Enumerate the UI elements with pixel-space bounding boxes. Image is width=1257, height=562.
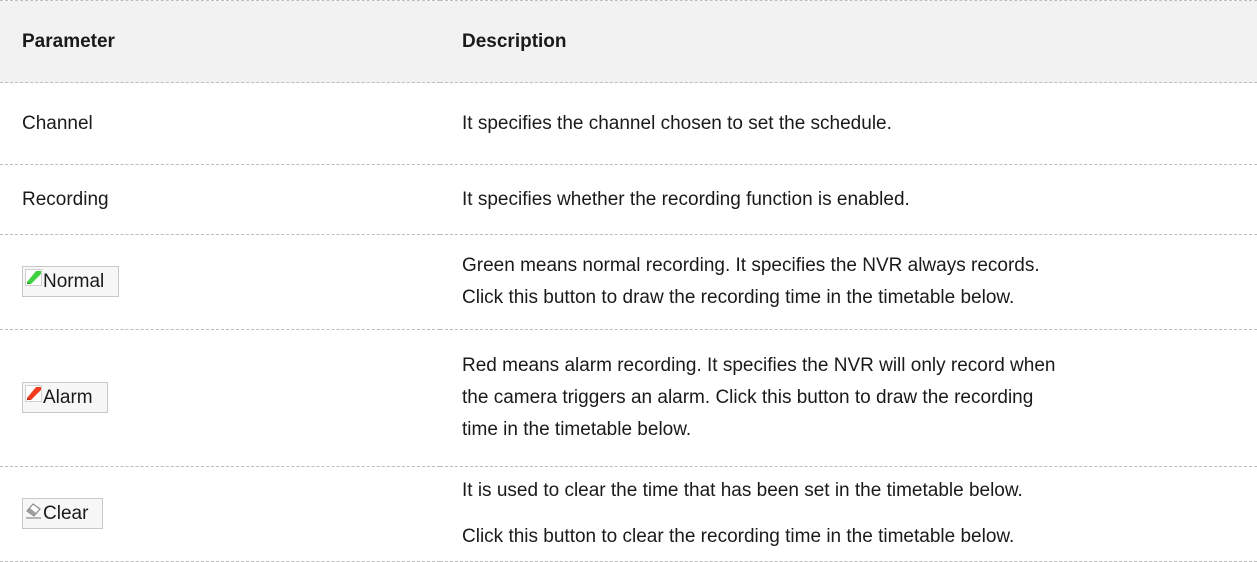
header-parameter: Parameter bbox=[0, 0, 440, 83]
param-cell-alarm: Alarm bbox=[0, 329, 440, 467]
table-row-normal: Normal Green means normal recording. It … bbox=[0, 234, 1257, 330]
clear-button[interactable]: Clear bbox=[22, 498, 104, 530]
table-row-recording: Recording It specifies whether the recor… bbox=[0, 164, 1257, 235]
desc-cell-clear: It is used to clear the time that has be… bbox=[440, 466, 1257, 562]
desc-cell-channel: It specifies the channel chosen to set t… bbox=[440, 82, 1257, 165]
green-pencil-icon bbox=[25, 269, 42, 287]
param-cell-clear: Clear bbox=[0, 466, 440, 562]
alarm-button[interactable]: Alarm bbox=[22, 382, 108, 414]
table-header-row: Parameter Description bbox=[0, 0, 1257, 83]
parameter-table: Parameter Description Channel It specifi… bbox=[0, 0, 1257, 562]
normal-button[interactable]: Normal bbox=[22, 266, 120, 298]
desc-line: Red means alarm recording. It specifies … bbox=[462, 355, 1056, 376]
desc-cell-recording: It specifies whether the recording funct… bbox=[440, 164, 1257, 235]
clear-button-label: Clear bbox=[43, 503, 89, 525]
red-pencil-icon bbox=[25, 385, 42, 403]
table-row-clear: Clear It is used to clear the time that … bbox=[0, 466, 1257, 562]
desc-line: It is used to clear the time that has be… bbox=[462, 480, 1023, 501]
header-description: Description bbox=[440, 0, 1257, 83]
table-row-alarm: Alarm Red means alarm recording. It spec… bbox=[0, 329, 1257, 467]
param-cell-normal: Normal bbox=[0, 234, 440, 330]
param-cell-recording: Recording bbox=[0, 164, 440, 235]
desc-cell-normal: Green means normal recording. It specifi… bbox=[440, 234, 1257, 330]
desc-line: Click this button to draw the recording … bbox=[462, 287, 1015, 308]
desc-line: Click this button to clear the recording… bbox=[462, 526, 1015, 547]
desc-line: time in the timetable below. bbox=[462, 419, 692, 440]
desc-line: the camera triggers an alarm. Click this… bbox=[462, 387, 1034, 408]
param-cell-channel: Channel bbox=[0, 82, 440, 165]
eraser-icon bbox=[26, 503, 41, 520]
normal-button-label: Normal bbox=[43, 271, 105, 293]
alarm-button-label: Alarm bbox=[43, 387, 93, 409]
desc-line: Green means normal recording. It specifi… bbox=[462, 255, 1040, 276]
desc-cell-alarm: Red means alarm recording. It specifies … bbox=[440, 329, 1257, 467]
table-row-channel: Channel It specifies the channel chosen … bbox=[0, 82, 1257, 165]
